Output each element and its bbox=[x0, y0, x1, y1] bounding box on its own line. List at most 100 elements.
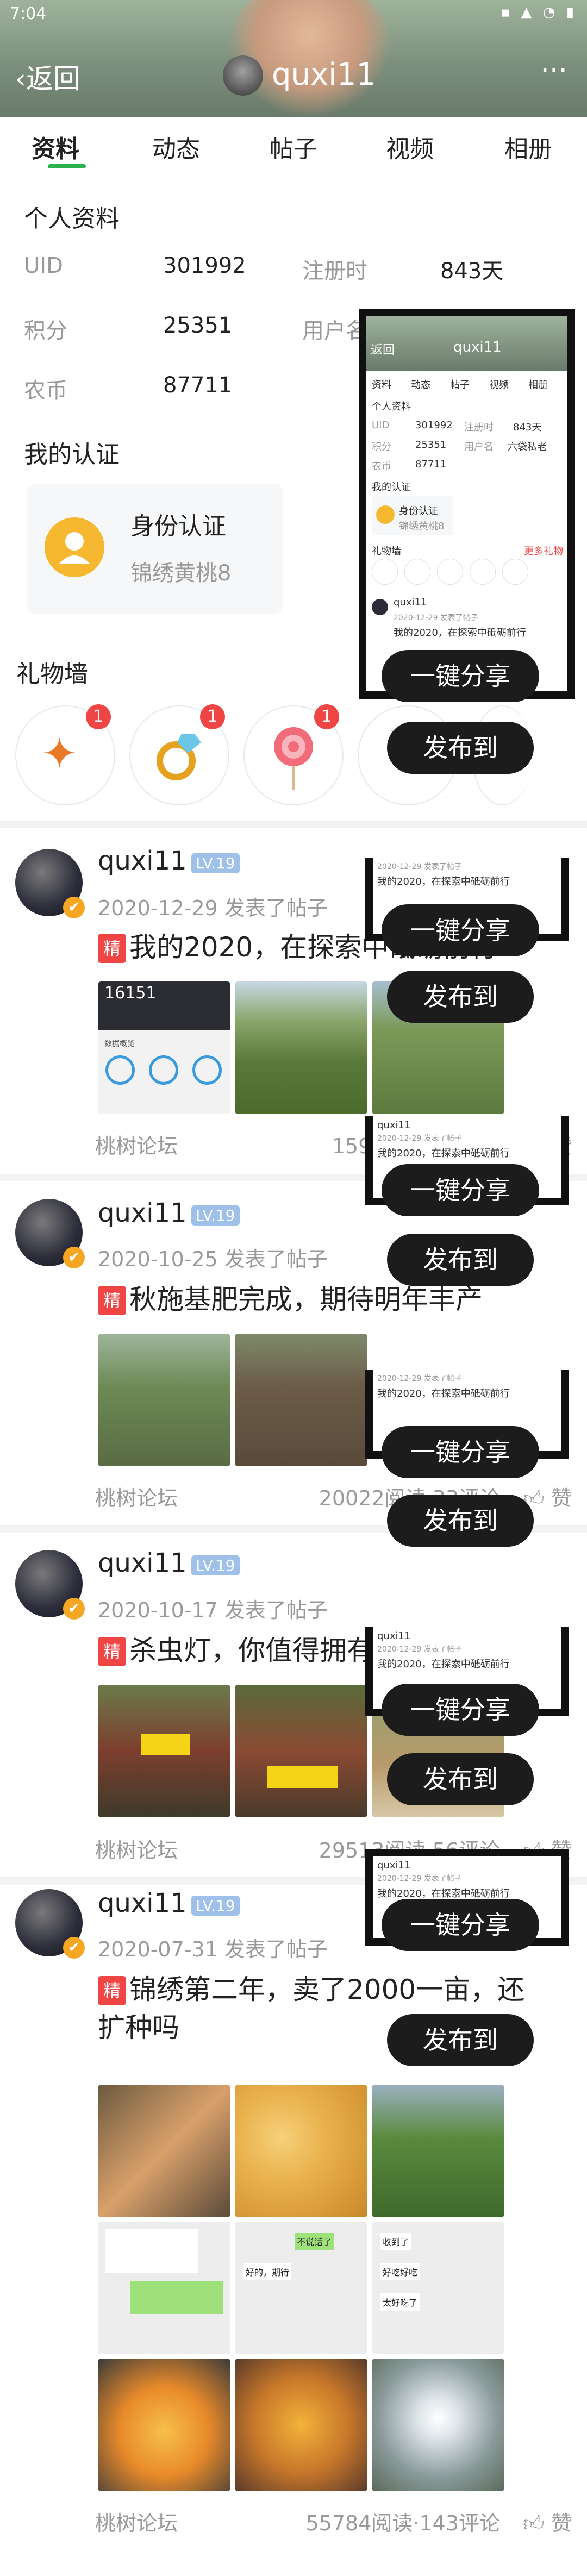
level-badge: LV.19 bbox=[191, 1896, 240, 1916]
gift-item[interactable]: 1 bbox=[243, 704, 344, 805]
avatar[interactable]: ✔ bbox=[15, 849, 85, 918]
tab-posts[interactable]: 帖子 bbox=[270, 129, 317, 164]
mini-back: 返回 bbox=[371, 343, 395, 357]
forum-name[interactable]: 桃树论坛 bbox=[95, 1129, 178, 1159]
chat-text: 收到了 bbox=[380, 2233, 411, 2250]
gift-count-badge: 1 bbox=[314, 704, 339, 729]
chat-text: 好的，期待 bbox=[243, 2263, 292, 2280]
mini-tab: 动态 bbox=[411, 379, 430, 391]
mini-cell: 六袋私老 bbox=[508, 441, 547, 453]
verified-icon: ✔ bbox=[63, 1937, 85, 1959]
cert-card-sub: 锦绣黄桃8 bbox=[130, 561, 232, 586]
mini-cell: 301992 bbox=[415, 420, 453, 431]
cert-card[interactable]: 身份认证 锦绣黄桃8 bbox=[27, 484, 283, 614]
screenshot-preview[interactable]: 返回 quxi11 资料 动态 帖子 视频 相册 个人资料 UID 301992… bbox=[359, 309, 575, 699]
section-divider bbox=[0, 821, 587, 828]
post-image[interactable]: 16151 数据概览 bbox=[98, 981, 230, 1114]
coins-label: 农币 bbox=[24, 378, 67, 403]
publish-button[interactable]: 发布到 bbox=[387, 1753, 534, 1805]
post-image[interactable] bbox=[98, 2085, 230, 2217]
back-button[interactable]: ‹返回 bbox=[15, 57, 80, 96]
avatar[interactable]: ✔ bbox=[15, 1199, 85, 1268]
back-label: 返回 bbox=[26, 63, 80, 95]
coins-value: 87711 bbox=[163, 373, 233, 398]
mini-tab: 视频 bbox=[489, 379, 509, 391]
chat-text: 不说话了 bbox=[295, 2233, 334, 2250]
tab-videos[interactable]: 视频 bbox=[386, 129, 434, 164]
ring-icon bbox=[157, 734, 201, 780]
reg-value: 843天 bbox=[440, 259, 504, 284]
mini-post-title: 我的2020，在探索中砥砺前行 bbox=[394, 627, 526, 639]
tab-profile[interactable]: 资料 bbox=[32, 129, 79, 164]
tab-activity[interactable]: 动态 bbox=[152, 129, 200, 164]
share-button[interactable]: 一键分享 bbox=[382, 1426, 539, 1478]
featured-tag: 精 bbox=[98, 934, 126, 963]
uid-value: 301992 bbox=[163, 253, 246, 278]
forum-name[interactable]: 桃树论坛 bbox=[95, 1481, 178, 1511]
share-button[interactable]: 一键分享 bbox=[382, 904, 539, 956]
lollipop-icon bbox=[274, 727, 313, 790]
mini-cert: 我的认证 bbox=[372, 482, 411, 493]
post-image[interactable] bbox=[98, 2222, 230, 2354]
status-icons: ▪ ▲ ◔ ▮ bbox=[500, 4, 577, 21]
post-image[interactable]: 收到了 好吃好吃 太好吃了 bbox=[372, 2222, 504, 2354]
share-button[interactable]: 一键分享 bbox=[382, 650, 539, 702]
cert-card-title: 身份认证 bbox=[130, 512, 226, 540]
post-image[interactable] bbox=[98, 2359, 230, 2491]
level-badge: LV.19 bbox=[191, 853, 240, 873]
avatar[interactable]: ✔ bbox=[15, 1550, 85, 1620]
mini-date: 2020-12-29 发表了帖子 bbox=[377, 862, 462, 871]
post-image[interactable] bbox=[372, 2085, 504, 2217]
post-image[interactable] bbox=[372, 2359, 504, 2491]
post-author[interactable]: quxi11 bbox=[98, 1198, 187, 1228]
gift-item[interactable]: 1 bbox=[129, 704, 229, 805]
post-image[interactable] bbox=[235, 2359, 367, 2491]
reg-label: 注册时 bbox=[302, 259, 367, 284]
mini-post-title: 我的2020，在探索中砥砺前行 bbox=[377, 1659, 510, 1670]
share-button[interactable]: 一键分享 bbox=[382, 1899, 539, 1951]
mini-title: 个人资料 bbox=[372, 401, 411, 412]
post-author[interactable]: quxi11 bbox=[98, 1548, 187, 1578]
avatar[interactable]: ✔ bbox=[15, 1889, 85, 1959]
share-button[interactable]: 一键分享 bbox=[382, 1684, 539, 1736]
post-title-text: 秋施基肥完成，期待明年丰产 bbox=[129, 1284, 483, 1315]
post-author[interactable]: quxi11 bbox=[98, 846, 187, 876]
tab-albums[interactable]: 相册 bbox=[504, 129, 552, 164]
verified-icon: ✔ bbox=[63, 1247, 85, 1268]
mini-gifts: 礼物墙 bbox=[372, 546, 401, 557]
mini-date: 2020-12-29 发表了帖子 bbox=[377, 1134, 462, 1143]
points-value: 25351 bbox=[163, 313, 233, 338]
more-icon[interactable]: ··· bbox=[540, 54, 567, 87]
publish-button[interactable]: 发布到 bbox=[387, 722, 534, 774]
post-author[interactable]: quxi11 bbox=[98, 1888, 187, 1918]
publish-button[interactable]: 发布到 bbox=[387, 1495, 534, 1547]
mini-cell: 注册时 bbox=[464, 422, 494, 433]
mini-date: 2020-12-29 发表了帖子 bbox=[377, 1374, 462, 1383]
forum-name[interactable]: 桃树论坛 bbox=[95, 2506, 178, 2536]
post-image[interactable]: 不说话了 好的，期待 bbox=[235, 2222, 367, 2354]
verified-icon: ✔ bbox=[63, 1598, 85, 1620]
like-button[interactable]: 👍︎ 赞 bbox=[523, 1481, 572, 1511]
tab-bar: 资料 动态 帖子 视频 相册 bbox=[0, 120, 587, 174]
featured-tag: 精 bbox=[98, 1286, 126, 1315]
post-title[interactable]: 精秋施基肥完成，期待明年丰产 bbox=[98, 1280, 544, 1318]
featured-tag: 精 bbox=[98, 1637, 126, 1666]
forum-name[interactable]: 桃树论坛 bbox=[95, 1834, 178, 1864]
publish-button[interactable]: 发布到 bbox=[387, 971, 534, 1023]
party-popper-icon: ✦ bbox=[41, 728, 78, 779]
post-image[interactable] bbox=[235, 981, 367, 1114]
publish-button[interactable]: 发布到 bbox=[387, 2014, 534, 2066]
post-image[interactable] bbox=[98, 1334, 230, 1466]
post-image[interactable] bbox=[235, 1334, 367, 1466]
post-image[interactable] bbox=[98, 1685, 230, 1817]
post-image[interactable] bbox=[235, 2085, 367, 2217]
header-avatar[interactable] bbox=[223, 55, 263, 96]
post-title-text: 杀虫灯，你值得拥有 bbox=[129, 1635, 374, 1666]
post-image[interactable] bbox=[235, 1685, 367, 1817]
publish-button[interactable]: 发布到 bbox=[387, 1234, 534, 1286]
gift-item[interactable]: ✦ 1 bbox=[15, 704, 115, 805]
mini-date: 2020-12-29 发表了帖子 bbox=[394, 614, 478, 622]
share-button[interactable]: 一键分享 bbox=[382, 1164, 539, 1216]
username-label: 用户名 bbox=[302, 318, 367, 343]
like-button[interactable]: 👍︎ 赞 bbox=[523, 2506, 572, 2536]
